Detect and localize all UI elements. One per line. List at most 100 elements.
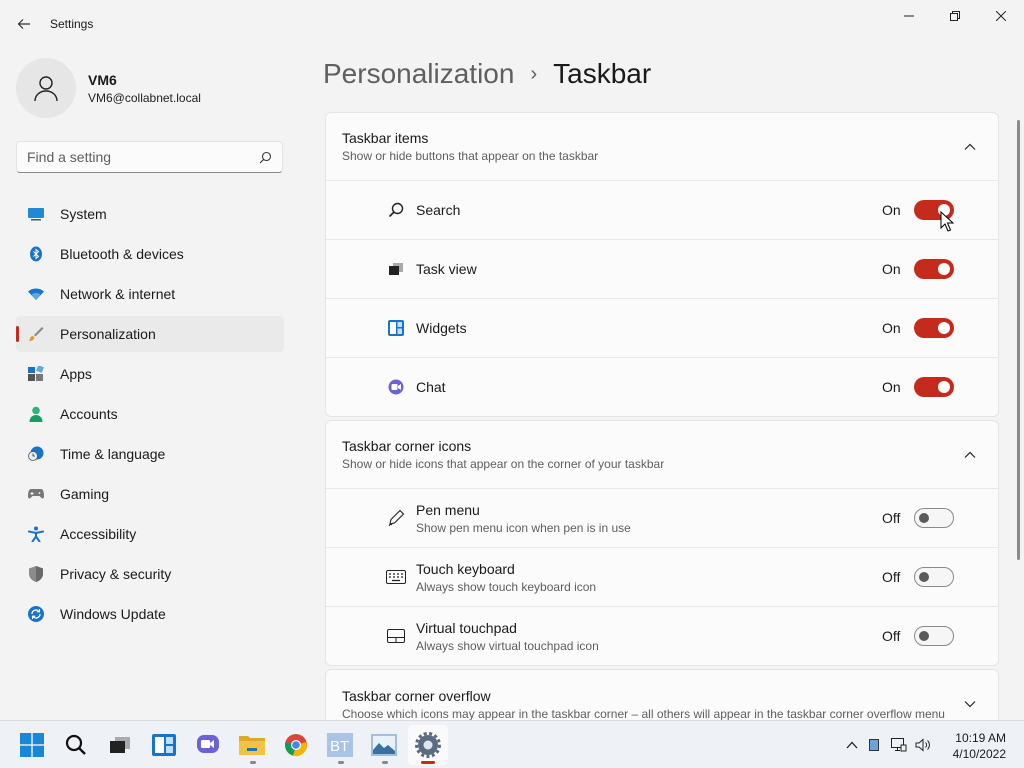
sidebar-item-label: Network & internet — [60, 286, 176, 302]
sidebar-item-label: Personalization — [60, 326, 156, 342]
taskbar-search-button[interactable] — [56, 725, 96, 765]
taskbar-items-header[interactable]: Taskbar items Show or hide buttons that … — [326, 113, 998, 180]
sidebar-item-label: Privacy & security — [60, 566, 172, 582]
chat-toggle[interactable] — [914, 377, 954, 397]
taskbar-widgets-button[interactable] — [144, 725, 184, 765]
pen-menu-row: Pen menu Show pen menu icon when pen is … — [326, 488, 998, 547]
toggle-state: On — [882, 202, 901, 218]
search-input[interactable] — [27, 149, 259, 165]
toggle-state: On — [882, 320, 901, 336]
volume-icon[interactable] — [911, 738, 935, 752]
sidebar-item-privacy[interactable]: Privacy & security — [16, 556, 284, 592]
widgets-icon — [152, 734, 176, 756]
system-icon — [28, 206, 44, 222]
clock-date: 4/10/2022 — [952, 747, 1006, 761]
touch-keyboard-toggle[interactable] — [914, 567, 954, 587]
sidebar-item-personalization[interactable]: Personalization — [16, 316, 284, 352]
maximize-button[interactable] — [932, 0, 978, 32]
sidebar-item-gaming[interactable]: Gaming — [16, 476, 284, 512]
row-label: Chat — [416, 379, 446, 395]
sidebar-item-label: System — [60, 206, 107, 222]
virtual-touchpad-toggle[interactable] — [914, 626, 954, 646]
bluetooth-icon — [28, 246, 44, 262]
taskbar-chrome-button[interactable] — [276, 725, 316, 765]
widgets-toggle[interactable] — [914, 318, 954, 338]
section-title: Taskbar items — [342, 130, 429, 146]
sidebar-item-windows-update[interactable]: Windows Update — [16, 596, 284, 632]
sidebar-item-bluetooth[interactable]: Bluetooth & devices — [16, 236, 284, 272]
profile-name: VM6 — [88, 71, 117, 88]
pen-menu-toggle[interactable] — [914, 508, 954, 528]
chat-icon — [386, 377, 406, 397]
scrollbar[interactable] — [1017, 120, 1020, 560]
page-title: Taskbar — [553, 58, 652, 89]
avatar — [16, 58, 76, 118]
widgets-icon — [386, 318, 406, 338]
virtual-touchpad-row: Virtual touchpad Always show virtual tou… — [326, 606, 998, 665]
breadcrumb-parent[interactable]: Personalization — [323, 58, 514, 90]
toggle-state: Off — [882, 628, 901, 644]
taskbar-settings-button[interactable] — [408, 725, 448, 765]
taskbar-file-explorer-button[interactable] — [232, 725, 272, 765]
tablet-icon[interactable] — [861, 739, 887, 751]
taskbar-clock[interactable]: 10:19 AM 4/10/2022 — [946, 730, 1006, 762]
section-subtitle: Show or hide buttons that appear on the … — [342, 149, 599, 163]
taskbar-bt-app-button[interactable]: BT — [320, 725, 360, 765]
person-icon — [28, 406, 44, 422]
sidebar-item-accounts[interactable]: Accounts — [16, 396, 284, 432]
bt-app-icon: BT — [327, 733, 353, 757]
section-title: Taskbar corner icons — [342, 438, 472, 454]
taskbar-image-app-button[interactable] — [364, 725, 404, 765]
chat-icon — [197, 735, 219, 753]
accessibility-icon — [28, 526, 44, 542]
sidebar-item-accessibility[interactable]: Accessibility — [16, 516, 284, 552]
back-button[interactable] — [8, 8, 40, 40]
mouse-cursor-icon — [940, 211, 954, 232]
chevron-up-icon[interactable] — [960, 143, 980, 151]
user-profile[interactable]: VM6 VM6@collabnet.local — [16, 58, 201, 118]
row-label: Touch keyboard — [416, 560, 515, 577]
chevron-up-icon[interactable] — [960, 451, 980, 459]
start-icon — [20, 733, 44, 757]
network-icon[interactable] — [887, 738, 911, 752]
section-subtitle: Choose which icons may appear in the tas… — [342, 706, 945, 721]
row-description: Show pen menu icon when pen is in use — [416, 520, 631, 535]
toggle-state: Off — [882, 569, 901, 585]
row-label: Task view — [416, 261, 477, 277]
system-tray — [843, 721, 935, 768]
start-button[interactable] — [12, 725, 52, 765]
corner-overflow-card[interactable]: Taskbar corner overflow Choose which ico… — [325, 669, 999, 720]
touchpad-icon — [386, 626, 406, 646]
person-icon — [34, 76, 58, 102]
sidebar-item-system[interactable]: System — [16, 196, 284, 232]
corner-icons-header[interactable]: Taskbar corner icons Show or hide icons … — [326, 421, 998, 488]
row-description: Always show touch keyboard icon — [416, 579, 597, 594]
taskbar-task-view-button[interactable] — [100, 725, 140, 765]
taskbar-chat-button[interactable] — [188, 725, 228, 765]
sidebar-item-time-language[interactable]: Time & language — [16, 436, 284, 472]
minimize-button[interactable] — [886, 0, 932, 32]
toggle-state: Off — [882, 510, 901, 526]
profile-email: VM6@collabnet.local — [88, 90, 201, 105]
sidebar-item-apps[interactable]: Apps — [16, 356, 284, 392]
touch-keyboard-row: Touch keyboard Always show touch keyboar… — [326, 547, 998, 606]
task-view-row: Task view On — [326, 239, 998, 298]
close-button[interactable] — [978, 0, 1024, 32]
clock-time: 10:19 AM — [955, 731, 1006, 745]
sidebar-item-network[interactable]: Network & internet — [16, 276, 284, 312]
section-title: Taskbar corner overflow — [342, 687, 491, 704]
task-view-toggle[interactable] — [914, 259, 954, 279]
corner-overflow-header[interactable]: Taskbar corner overflow Choose which ico… — [326, 670, 998, 720]
windows-taskbar: BT 10:19 AM 4/10/2022 — [0, 720, 1024, 768]
toggle-state: On — [882, 261, 901, 277]
brush-icon — [28, 326, 44, 342]
search-box[interactable] — [16, 141, 283, 173]
row-label: Search — [416, 202, 461, 218]
corner-icons-card: Taskbar corner icons Show or hide icons … — [325, 420, 999, 666]
apps-icon — [28, 366, 44, 382]
settings-icon — [415, 732, 441, 758]
chevron-up-icon[interactable] — [843, 741, 861, 749]
section-subtitle: Show or hide icons that appear on the co… — [342, 457, 665, 471]
sidebar-item-label: Gaming — [60, 486, 110, 502]
chevron-down-icon[interactable] — [960, 700, 980, 708]
